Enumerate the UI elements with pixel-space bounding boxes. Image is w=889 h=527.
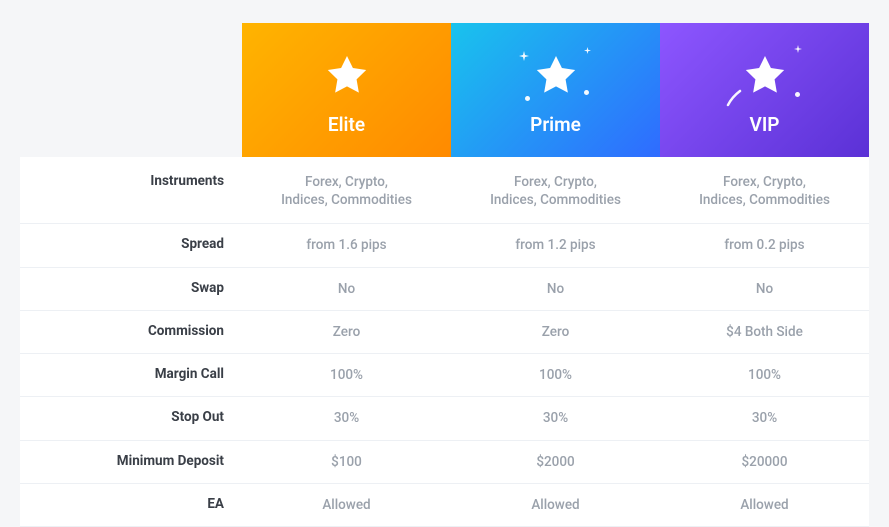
row-value: No [242, 268, 451, 310]
row-value: $20000 [660, 441, 869, 483]
row-value: $4 Both Side [660, 311, 869, 353]
row-value: from 0.2 pips [660, 224, 869, 266]
pricing-comparison-table: Elite Prime VIP InstrumentsForex, Crypto… [20, 23, 869, 527]
header-empty-cell [20, 23, 242, 157]
row-label: Instruments [20, 157, 242, 223]
row-value: 30% [242, 397, 451, 439]
row-value: $2000 [451, 441, 660, 483]
row-value: $100 [242, 441, 451, 483]
row-label: Spread [20, 224, 242, 266]
row-label: Minimum Deposit [20, 441, 242, 483]
row-label: Commission [20, 311, 242, 353]
table-row: Minimum Deposit$100$2000$20000 [20, 441, 869, 484]
table-row: InstrumentsForex, Crypto,Indices, Commod… [20, 157, 869, 224]
table-row: SwapNoNoNo [20, 268, 869, 311]
tier-header-vip: VIP [660, 23, 869, 157]
table-row: CommissionZeroZero$4 Both Side [20, 311, 869, 354]
tier-header-prime: Prime [451, 23, 660, 157]
table-row: Spreadfrom 1.6 pipsfrom 1.2 pipsfrom 0.2… [20, 224, 869, 267]
tier-title: Elite [328, 113, 365, 136]
tier-title: Prime [530, 113, 581, 136]
row-value: Zero [451, 311, 660, 353]
row-value: No [451, 268, 660, 310]
star-icon [314, 45, 380, 105]
row-value: 30% [451, 397, 660, 439]
row-value: 100% [660, 354, 869, 396]
table-row: Margin Call100%100%100% [20, 354, 869, 397]
row-label: Margin Call [20, 354, 242, 396]
row-value: Allowed [242, 484, 451, 526]
table-row: Stop Out30%30%30% [20, 397, 869, 440]
row-label: Stop Out [20, 397, 242, 439]
tier-title: VIP [750, 113, 780, 136]
row-value: No [660, 268, 869, 310]
tier-header-elite: Elite [242, 23, 451, 157]
row-value: Forex, Crypto,Indices, Commodities [660, 157, 869, 223]
row-value: 30% [660, 397, 869, 439]
row-value: from 1.2 pips [451, 224, 660, 266]
star-icon [523, 45, 589, 105]
table-row: EAAllowedAllowedAllowed [20, 484, 869, 527]
row-value: Forex, Crypto,Indices, Commodities [451, 157, 660, 223]
row-value: 100% [451, 354, 660, 396]
row-value: 100% [242, 354, 451, 396]
row-value: Allowed [451, 484, 660, 526]
star-icon [732, 45, 798, 105]
row-label: EA [20, 484, 242, 526]
row-value: Forex, Crypto,Indices, Commodities [242, 157, 451, 223]
tier-header-row: Elite Prime VIP [20, 23, 869, 157]
row-label: Swap [20, 268, 242, 310]
row-value: Allowed [660, 484, 869, 526]
row-value: Zero [242, 311, 451, 353]
row-value: from 1.6 pips [242, 224, 451, 266]
